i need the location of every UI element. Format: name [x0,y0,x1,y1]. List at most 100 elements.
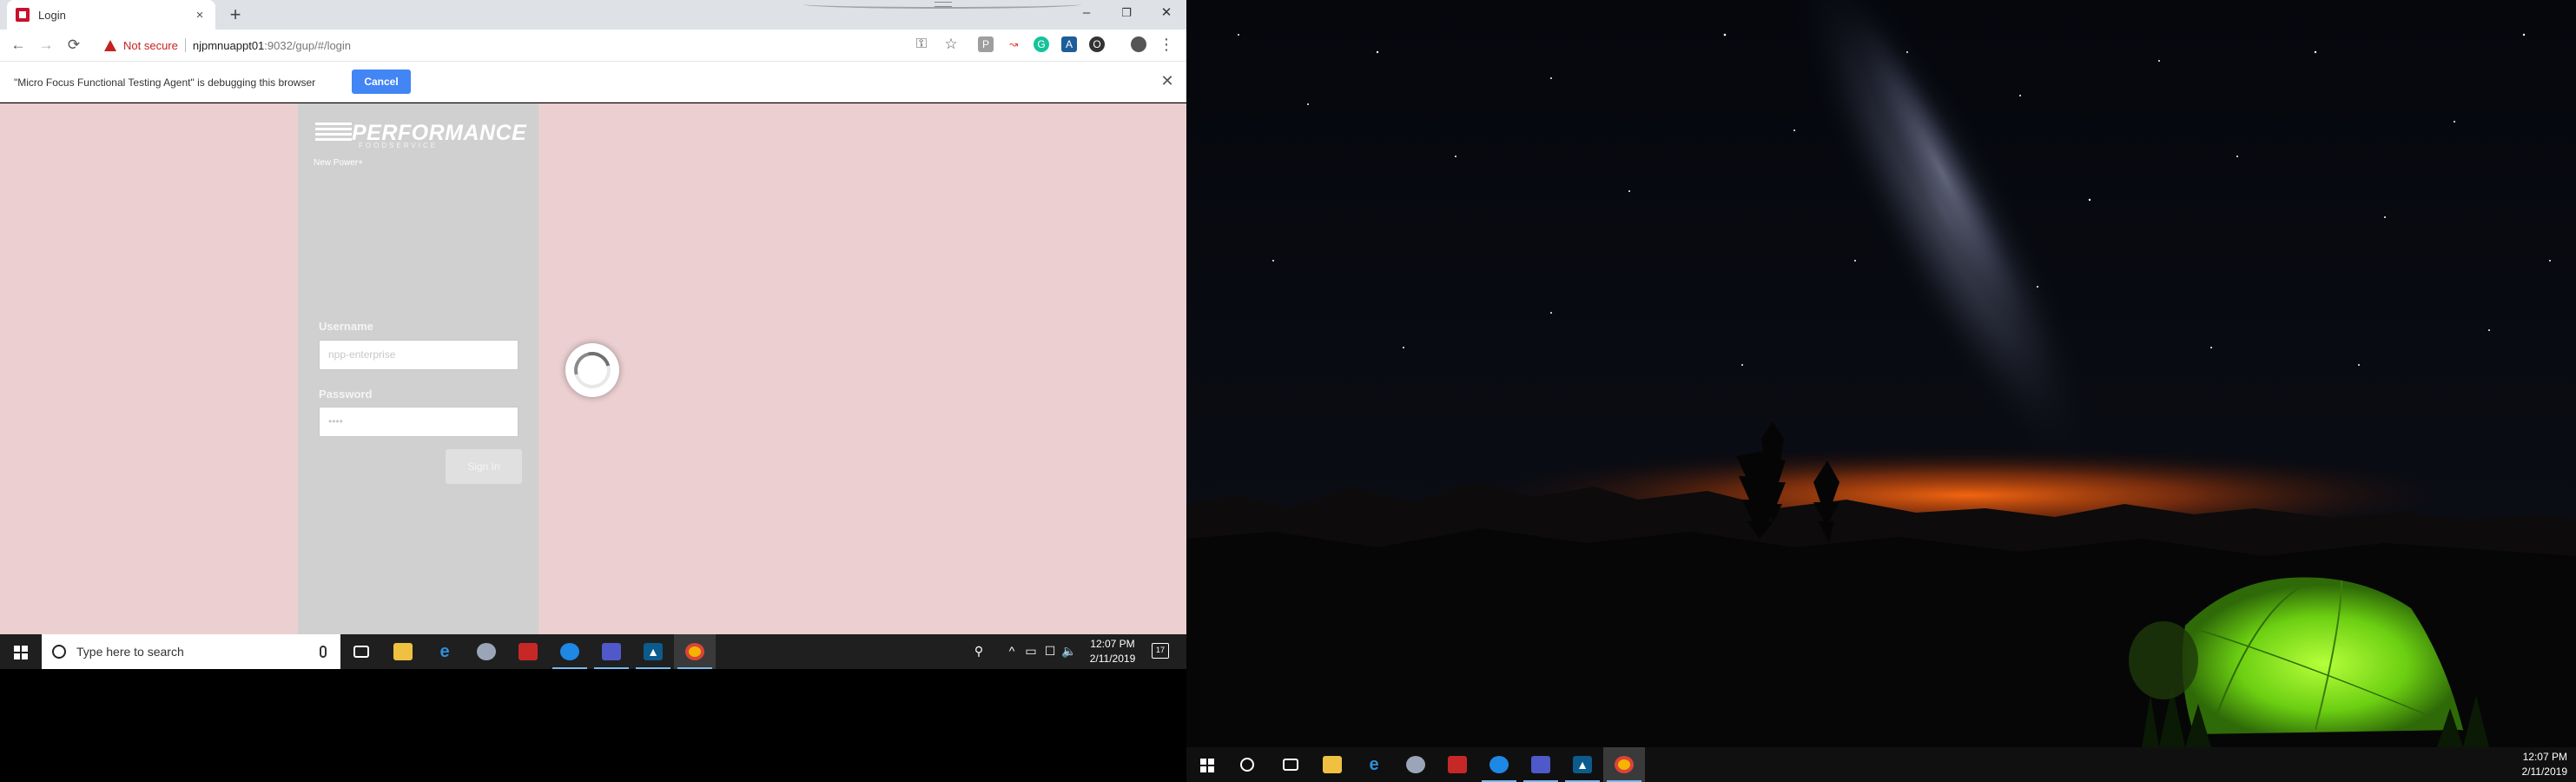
warning-icon [104,39,116,51]
file-explorer-button[interactable] [382,634,424,669]
weather-app-button[interactable] [466,634,507,669]
clock-date-right: 2/11/2019 [2521,765,2568,778]
azure-app-button[interactable]: ▲ [632,634,674,669]
teams-app-button[interactable] [591,634,632,669]
tools-app-button[interactable] [507,634,549,669]
chrome-app-button[interactable] [674,634,716,669]
windows-logo-icon [14,646,28,659]
close-window-button[interactable]: ✕ [1146,0,1186,26]
debugging-infobar: "Micro Focus Functional Testing Agent" i… [0,61,1186,103]
cloud-icon-right [1406,756,1425,773]
chat-icon-right [1489,756,1509,773]
extension-a-icon[interactable]: A [1061,36,1077,52]
chrome-icon-right [1615,756,1634,773]
task-view-icon [353,646,369,658]
reload-button[interactable]: ⟳ [63,35,85,56]
left-monitor: Login × + – ❐ ✕ ← → ⟳ Not secure njpmnua… [0,0,1186,782]
browser-tab-strip: Login × + – ❐ ✕ [0,0,1186,30]
azure-app-button-right[interactable]: ▲ [1562,747,1603,782]
folder-icon-right [1323,756,1342,773]
action-center-icon[interactable]: 17 [1152,643,1169,659]
clock-time: 12:07 PM [1090,638,1135,650]
security-status[interactable]: Not secure [123,39,178,52]
restore-button[interactable]: ❐ [1106,0,1146,26]
taskbar-clock-right[interactable]: 12:07 PM 2/11/2019 [2500,750,2574,779]
taskbar-search-box[interactable]: Type here to search [42,634,340,669]
username-field[interactable]: npp-enterprise [319,340,519,370]
chat-app-button-right[interactable] [1478,747,1520,782]
key-icon[interactable]: ⚿ [914,36,929,52]
new-tab-button[interactable]: + [224,3,247,26]
browser-toolbar: ← → ⟳ Not secure njpmnuappt01:9032/gup/#… [0,30,1186,61]
tools-icon [519,643,538,660]
window-grip-icon [935,2,952,7]
ie-icon: e [439,642,450,661]
battery-icon[interactable]: ▭ [1023,644,1039,659]
brand-subtitle: FOODSERVICE [359,142,439,149]
loading-spinner [565,343,619,397]
chrome-app-button-right[interactable] [1603,747,1645,782]
teams-icon [602,643,621,660]
extension-o-icon[interactable]: O [1089,36,1105,52]
grammarly-icon[interactable]: G [1034,36,1049,52]
browser-tab-login[interactable]: Login × [7,0,215,30]
windows-logo-icon-right [1200,759,1214,772]
infobar-close-icon[interactable]: ✕ [1159,72,1176,90]
network-icon[interactable]: ☐ [1042,644,1058,659]
file-explorer-button-right[interactable] [1311,747,1353,782]
url-path: :9032/gup/#/login [264,38,352,52]
search-placeholder: Type here to search [76,645,184,659]
cloud-icon [477,643,496,660]
brand-logo: PERFORMANCE FOODSERVICE [315,121,526,149]
start-button-right[interactable] [1186,747,1228,782]
chrome-icon [685,643,704,660]
clock-time-right: 12:07 PM [2522,751,2567,763]
volume-icon[interactable]: 🔈 [1061,644,1077,659]
azure-icon: ▲ [644,643,663,660]
task-view-button[interactable] [340,634,382,669]
profile-avatar-icon[interactable] [1131,36,1146,52]
extension-arrow-icon[interactable]: ↝ [1006,36,1021,52]
password-field[interactable]: •••• [319,407,519,437]
spinner-ring-icon [567,345,618,395]
desktop-wallpaper [1186,0,2576,747]
forward-button[interactable]: → [35,35,57,56]
sign-in-button[interactable]: Sign In [446,449,522,484]
microphone-icon[interactable] [320,646,327,658]
omnibox-separator [184,38,186,52]
ie-icon-right: e [1369,755,1379,774]
address-bar[interactable]: Not secure njpmnuappt01:9032/gup/#/login [94,33,1119,57]
right-monitor-desktop: e ▲ 12:07 PM 2/11/2019 [1186,0,2576,782]
url-text[interactable]: njpmnuappt01:9032/gup/#/login [193,39,351,52]
tools-app-button-right[interactable] [1437,747,1478,782]
show-hidden-icons-icon[interactable]: ^ [1004,644,1020,658]
logo-stripes-icon [315,123,352,147]
taskbar-clock-left[interactable]: 12:07 PM 2/11/2019 [1082,637,1143,666]
weather-app-button-right[interactable] [1395,747,1437,782]
minimize-button[interactable]: – [1067,0,1106,26]
login-panel: PERFORMANCE FOODSERVICE New Power+ Usern… [298,103,538,634]
task-view-button-right[interactable] [1270,747,1311,782]
taskbar-left: Type here to search e ▲ ⚲ ^ ▭ ☐ 🔈 12:07 … [0,634,1186,669]
page-viewport: PERFORMANCE FOODSERVICE New Power+ Usern… [0,103,1186,634]
browser-menu-icon[interactable]: ⋮ [1159,36,1174,52]
bookmark-star-icon[interactable]: ☆ [943,36,959,52]
back-button[interactable]: ← [7,35,30,56]
cortana-icon-right[interactable] [1240,758,1254,772]
username-label: Username [319,320,373,333]
people-icon[interactable]: ⚲ [971,644,987,659]
chat-app-button[interactable] [549,634,591,669]
cancel-debugging-button[interactable]: Cancel [352,70,411,94]
teams-app-button-right[interactable] [1520,747,1562,782]
taskbar-right: e ▲ 12:07 PM 2/11/2019 [1186,747,2576,782]
chat-icon [560,643,579,660]
internet-explorer-button-right[interactable]: e [1353,747,1395,782]
tab-title: Login [38,8,66,22]
tab-close-icon[interactable]: × [193,8,207,23]
cortana-icon [52,645,66,659]
infobar-message: "Micro Focus Functional Testing Agent" i… [14,76,316,89]
start-button[interactable] [0,634,42,669]
internet-explorer-button[interactable]: e [424,634,466,669]
extension-p-icon[interactable]: P [978,36,994,52]
teams-icon-right [1531,756,1550,773]
